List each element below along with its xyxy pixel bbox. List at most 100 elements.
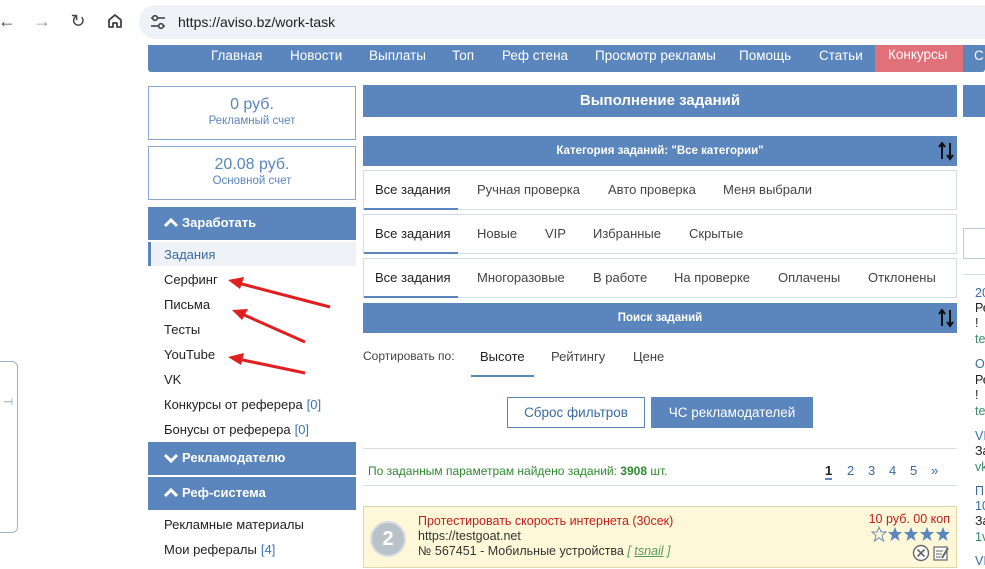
sidebar-item-letters[interactable]: Письма [164,297,210,312]
category-bar[interactable]: Категория заданий: "Все категории" [363,136,957,166]
right-item-text: За [975,444,985,458]
back-arrow-icon[interactable]: ← [0,10,18,32]
tab-vip[interactable]: VIP [545,226,566,241]
page-next[interactable]: » [931,463,938,478]
sidebar-item-my-referrals[interactable]: Мои рефералы [4] [164,542,275,557]
page-title: Выполнение заданий [363,85,957,117]
sidebar-item-ad-materials[interactable]: Рекламные материалы [164,517,304,532]
sidebar-item-tasks[interactable]: Задания [164,247,215,262]
nav-contests[interactable]: Конкурсы [875,45,963,72]
tab-all-tasks[interactable]: Все задания [375,182,451,197]
ad-balance-box[interactable]: 0 руб. Рекламный счет [148,86,356,140]
result-count: 3908 [620,464,647,478]
sidebar-item-tests[interactable]: Тесты [164,322,200,337]
nav-payouts[interactable]: Выплаты [369,47,426,65]
right-item-text: te [975,332,985,346]
sidebar-item-ref-bonuses[interactable]: Бонусы от реферера [0] [164,422,309,437]
right-item-text: ! [975,388,979,402]
task-meta: № 567451 - Мобильные устройства [ tsnail… [418,544,671,558]
home-icon[interactable] [104,10,126,32]
reload-icon[interactable]: ↻ [67,10,89,32]
tab-in-progress[interactable]: В работе [593,270,647,285]
main-balance-amount: 20.08 руб. [214,156,290,173]
hide-task-icon[interactable] [912,544,930,562]
main-balance-box[interactable]: 20.08 руб. Основной счет [148,146,356,200]
page-1[interactable]: 1 [825,463,833,480]
sidebar-section-ref-system[interactable]: Реф-система [148,477,356,510]
tab-paid[interactable]: Оплачены [778,270,840,285]
page-3[interactable]: 3 [868,463,875,478]
chevron-down-icon [164,453,178,464]
sidebar-item-ref-contests[interactable]: Конкурсы от реферера [0] [164,397,321,412]
forward-arrow-icon[interactable]: → [31,10,53,32]
right-item-text: Ре [975,301,985,315]
tab-hidden[interactable]: Скрытые [689,226,743,241]
right-item-text: te [975,404,985,418]
sidebar-section-advertiser[interactable]: Рекламодателю [148,442,356,475]
right-item-text[interactable]: 20 [975,286,985,300]
active-sort-underline [471,375,534,377]
results-summary: По заданным параметрам найдено заданий: … [363,448,957,486]
site-settings-icon[interactable] [149,13,167,31]
right-item-text[interactable]: 10 [975,499,985,513]
sidebar-section-earn[interactable]: Заработать [148,207,356,240]
right-item-text[interactable]: П [975,484,984,498]
right-item-text[interactable]: VI [975,429,985,443]
tab-favorites[interactable]: Избранные [593,226,661,241]
annotation-arrow-icon [228,353,306,375]
tab-on-review[interactable]: На проверке [674,270,750,285]
tab-manual-check[interactable]: Ручная проверка [477,182,580,197]
edit-note-icon[interactable] [933,546,949,561]
address-bar[interactable]: https://aviso.bz/work-task [139,5,985,39]
page-2[interactable]: 2 [847,463,854,478]
right-panel-input[interactable] [963,228,985,259]
tab-all-tasks[interactable]: Все задания [375,226,451,241]
tab-new[interactable]: Новые [477,226,517,241]
nav-ref-wall[interactable]: Реф стена [502,47,568,65]
tabs-task-status: Все задания Многоразовые В работе На про… [363,258,957,298]
active-tab-underline [364,296,458,298]
url-text[interactable]: https://aviso.bz/work-task [178,14,335,30]
sidebar-item-surfing[interactable]: Серфинг [164,272,218,287]
browser-toolbar: ← → ↻ https://aviso.bz/work-task [0,0,985,44]
nav-help[interactable]: Помощь [739,47,791,65]
task-title[interactable]: Протестировать скорость интернета (30сек… [418,514,673,528]
nav-cut-item[interactable]: С [974,47,984,65]
sort-by-height[interactable]: Высоте [480,349,525,364]
reset-filters-button[interactable]: Сброс фильтров [507,397,645,428]
tabs-check-type: Все задания Ручная проверка Авто проверк… [363,170,957,210]
active-tab-underline [364,208,458,210]
tab-auto-check[interactable]: Авто проверка [608,182,696,197]
sidebar-item-vk[interactable]: VK [164,372,181,387]
right-item-text: За [975,514,985,528]
sort-by-price[interactable]: Цене [633,349,664,364]
chevron-up-icon [164,487,178,498]
tab-all-tasks[interactable]: Все задания [375,270,451,285]
nav-articles[interactable]: Статьи [819,47,863,65]
right-item-text[interactable]: VI [975,554,985,568]
tab-reusable[interactable]: Многоразовые [477,270,565,285]
task-level-badge: 2 [370,521,406,557]
task-author-link[interactable]: tsnail [634,544,663,558]
sort-toggle-icon[interactable] [937,308,955,328]
tab-chose-me[interactable]: Меня выбрали [723,182,812,197]
page-5[interactable]: 5 [910,463,917,478]
advertiser-blacklist-button[interactable]: ЧС рекламодателей [651,397,813,428]
nav-top[interactable]: Топ [452,47,474,65]
nav-view-ads[interactable]: Просмотр рекламы [595,47,716,65]
page-4[interactable]: 4 [889,463,896,478]
right-item-text[interactable]: О [975,357,985,371]
nav-home[interactable]: Главная [211,47,262,65]
sort-label: Сортировать по: [363,349,455,363]
tab-rejected[interactable]: Отклонены [868,270,936,285]
right-panel-header [963,85,985,117]
task-card[interactable]: 2 Протестировать скорость интернета (30с… [363,506,957,568]
feedback-side-tab[interactable]: Т [0,361,18,533]
right-panel-divider [963,274,985,275]
ad-balance-label: Рекламный счет [208,115,296,127]
nav-news[interactable]: Новости [290,47,342,65]
sidebar-item-youtube[interactable]: YouTube [164,347,215,362]
sort-toggle-icon[interactable] [937,141,955,161]
search-bar-header[interactable]: Поиск заданий [363,303,957,333]
sort-by-rating[interactable]: Рейтингу [551,349,605,364]
